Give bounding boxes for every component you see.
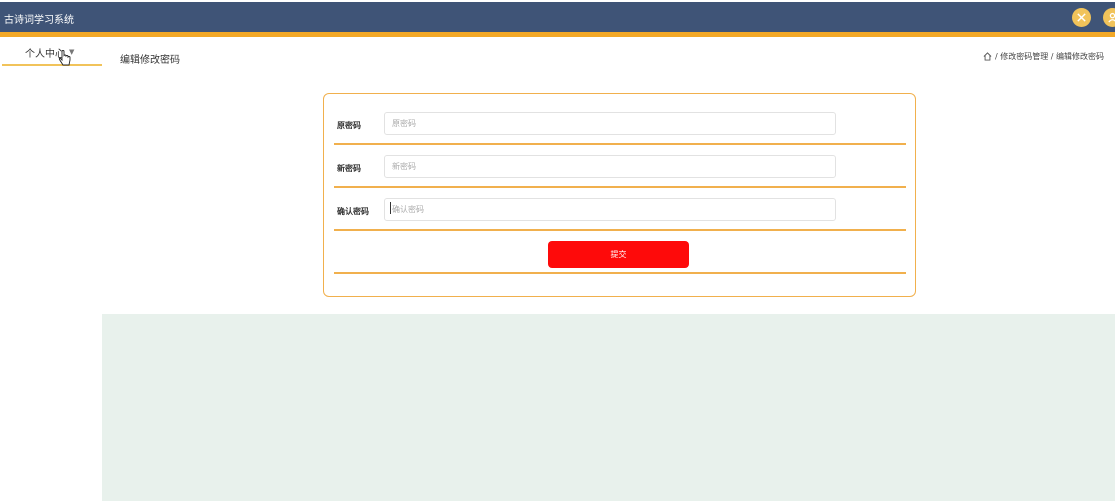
app-title: 古诗词学习系统: [4, 15, 74, 26]
sidebar-item-personal-center[interactable]: 个人中心 ▼: [2, 39, 102, 66]
form-row-old-password: 原密码: [334, 102, 906, 145]
breadcrumb-path[interactable]: / 修改密码管理 / 编辑修改密码: [995, 51, 1104, 62]
user-button[interactable]: [1103, 8, 1115, 27]
form-row-submit: 提交: [334, 231, 906, 274]
confirm-password-input[interactable]: [384, 198, 836, 221]
hand-cursor-icon: [58, 50, 71, 66]
fullscreen-icon: [1077, 13, 1086, 22]
text-caret: [390, 202, 391, 214]
home-icon[interactable]: [983, 52, 992, 61]
form-row-confirm-password: 确认密码: [334, 188, 906, 231]
confirm-password-label: 确认密码: [337, 207, 369, 216]
submit-button[interactable]: 提交: [548, 241, 689, 268]
change-password-form: 原密码 新密码 确认密码 提交: [323, 93, 916, 297]
content-background: [102, 314, 1115, 501]
old-password-label: 原密码: [337, 121, 361, 130]
top-navbar: 古诗词学习系统: [0, 2, 1115, 32]
fullscreen-button[interactable]: [1072, 8, 1091, 27]
navbar-accent-strip: [0, 32, 1115, 37]
breadcrumb: / 修改密码管理 / 编辑修改密码: [983, 51, 1115, 62]
old-password-input[interactable]: [384, 112, 836, 135]
form-row-new-password: 新密码: [334, 145, 906, 188]
user-icon: [1108, 12, 1115, 23]
new-password-input[interactable]: [384, 155, 836, 178]
new-password-label: 新密码: [337, 164, 361, 173]
page-title: 编辑修改密码: [120, 55, 180, 66]
